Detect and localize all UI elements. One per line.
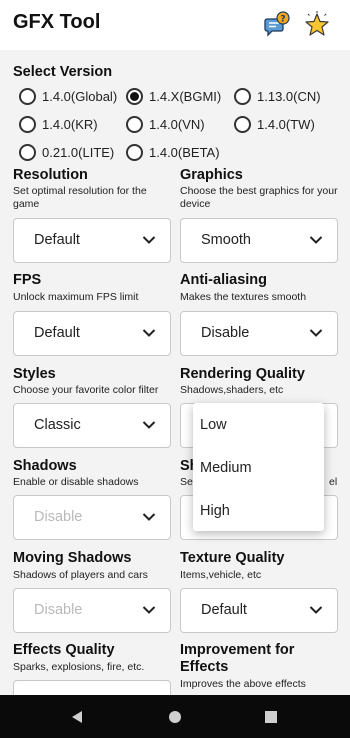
select-version-title: Select Version [13, 64, 113, 80]
home-circle-icon[interactable] [165, 707, 185, 727]
radio-circle[interactable] [126, 143, 143, 161]
chat-help-icon[interactable]: ? [262, 10, 292, 40]
dropdown-value: Classic [34, 417, 81, 433]
radio-label: 0.21.0(LITE) [42, 144, 115, 160]
recents-square-icon[interactable] [261, 707, 281, 727]
fps-dropdown[interactable]: Default [13, 311, 171, 356]
system-nav-bar [0, 695, 350, 738]
improvement-effects-subtitle: Improves the above effects [180, 678, 306, 690]
resolution-dropdown[interactable]: Default [13, 218, 171, 263]
improvement-effects-title-line2: Effects [180, 659, 229, 675]
radio-label: 1.4.0(KR) [42, 116, 98, 132]
radio-bgmi[interactable]: 1.4.X(BGMI) [126, 85, 221, 107]
resolution-title: Resolution [13, 167, 88, 183]
anti-aliasing-subtitle: Makes the textures smooth [180, 291, 307, 303]
svg-text:?: ? [280, 15, 285, 25]
radio-circle[interactable] [19, 115, 36, 133]
shadows-dropdown[interactable]: Disable [13, 495, 171, 540]
radio-label: 1.4.0(VN) [149, 116, 205, 132]
radio-kr[interactable]: 1.4.0(KR) [19, 113, 98, 135]
texture-quality-subtitle: Items,vehicle, etc [180, 569, 262, 581]
graphics-subtitle: Choose the best graphics for your device [180, 185, 338, 210]
dropdown-value: Disable [34, 602, 83, 618]
chevron-down-icon [142, 236, 156, 244]
moving-shadows-dropdown[interactable]: Disable [13, 588, 171, 633]
radio-cn[interactable]: 1.13.0(CN) [234, 85, 321, 107]
settings-content[interactable]: Select Version 1.4.0(Global) 1.4.X(BGMI)… [0, 50, 350, 695]
menu-item-low[interactable]: Low [200, 417, 227, 433]
radio-lite[interactable]: 0.21.0(LITE) [19, 141, 114, 163]
star-icon[interactable] [302, 10, 332, 40]
dropdown-value: Default [34, 232, 80, 248]
chevron-down-icon [309, 329, 323, 337]
styles-dropdown[interactable]: Classic [13, 403, 171, 448]
app-header: GFX Tool ? [0, 0, 350, 50]
dropdown-value: Disable [34, 509, 83, 525]
radio-beta[interactable]: 1.4.0(BETA) [126, 141, 220, 163]
chevron-down-icon [309, 236, 323, 244]
rendering-quality-menu: Low Medium High [193, 403, 324, 531]
radio-vn[interactable]: 1.4.0(VN) [126, 113, 205, 135]
fps-title: FPS [13, 272, 42, 288]
dropdown-value: Default [34, 325, 80, 341]
radio-circle[interactable] [234, 87, 251, 105]
chevron-down-icon [142, 421, 156, 429]
rendering-quality-subtitle: Shadows,shaders, etc [180, 384, 284, 396]
resolution-subtitle: Set optimal resolution for the game [13, 185, 147, 210]
chevron-down-icon [142, 329, 156, 337]
effects-quality-title: Effects Quality [13, 642, 115, 658]
effects-quality-dropdown[interactable] [13, 680, 171, 695]
moving-shadows-subtitle: Shadows of players and cars [13, 569, 148, 581]
radio-label: 1.4.0(BETA) [149, 144, 220, 160]
texture-quality-title: Texture Quality [180, 550, 285, 566]
app-title: GFX Tool [13, 11, 101, 33]
radio-label: 1.4.0(Global) [42, 88, 118, 104]
fps-subtitle: Unlock maximum FPS limit [13, 291, 139, 303]
radio-circle[interactable] [126, 115, 143, 133]
shadows-subtitle: Enable or disable shadows [13, 476, 139, 488]
styles-title: Styles [13, 366, 56, 382]
dropdown-value: Default [201, 602, 247, 618]
graphics-dropdown[interactable]: Smooth [180, 218, 338, 263]
moving-shadows-title: Moving Shadows [13, 550, 132, 566]
menu-item-medium[interactable]: Medium [200, 460, 252, 476]
radio-circle[interactable] [19, 87, 36, 105]
radio-label: 1.4.X(BGMI) [149, 88, 222, 104]
radio-circle[interactable] [19, 143, 36, 161]
radio-label: 1.4.0(TW) [257, 116, 315, 132]
chevron-down-icon [142, 606, 156, 614]
styles-subtitle: Choose your favorite color filter [13, 384, 159, 396]
dropdown-value: Smooth [201, 232, 251, 248]
radio-global[interactable]: 1.4.0(Global) [19, 85, 117, 107]
rendering-quality-title: Rendering Quality [180, 366, 305, 382]
texture-quality-dropdown[interactable]: Default [180, 588, 338, 633]
shadows-title: Shadows [13, 458, 77, 474]
anti-aliasing-title: Anti-aliasing [180, 272, 268, 288]
chevron-down-icon [142, 513, 156, 521]
radio-circle[interactable] [234, 115, 251, 133]
chevron-down-icon [309, 606, 323, 614]
improvement-effects-title-line1: Improvement for [180, 642, 295, 658]
dropdown-value: Disable [201, 325, 250, 341]
back-triangle-icon[interactable] [67, 707, 87, 727]
effects-quality-subtitle: Sparks, explosions, fire, etc. [13, 661, 145, 673]
anti-aliasing-dropdown[interactable]: Disable [180, 311, 338, 356]
shadow-setting-subtitle-end: el [329, 476, 338, 488]
graphics-title: Graphics [180, 167, 243, 183]
radio-tw[interactable]: 1.4.0(TW) [234, 113, 315, 135]
radio-label: 1.13.0(CN) [257, 88, 321, 104]
menu-item-high[interactable]: High [200, 503, 230, 519]
radio-circle-selected[interactable] [126, 87, 143, 105]
